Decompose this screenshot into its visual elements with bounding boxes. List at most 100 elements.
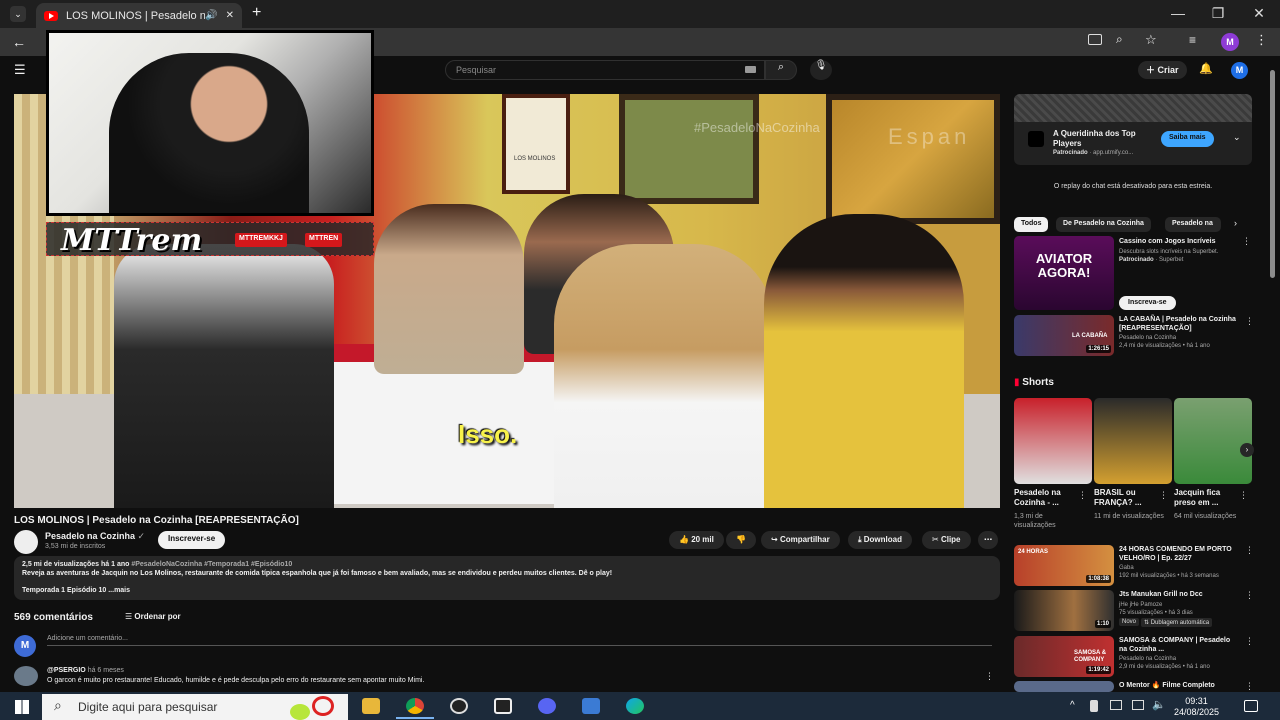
short-thumb-3[interactable] (1174, 398, 1252, 484)
tray-network-icon[interactable] (1132, 700, 1144, 710)
subscribe-button[interactable]: Inscrever-se (158, 531, 226, 549)
like-button[interactable]: 👍 20 mil (669, 531, 724, 549)
short-1-menu-icon[interactable]: ⋮ (1078, 490, 1087, 501)
tab-list-chevron-icon[interactable]: ⌄ (10, 6, 26, 22)
voice-search-button[interactable]: 🎙 (810, 60, 832, 80)
notification-center-icon[interactable] (1244, 700, 1258, 712)
search-button[interactable]: ⌕ (765, 60, 797, 80)
cast-icon[interactable] (1088, 34, 1102, 45)
bookmark-star-icon[interactable]: ☆ (1145, 32, 1157, 48)
more-actions-button[interactable]: ⋯ (978, 531, 998, 549)
new-tab-button[interactable]: + (252, 4, 261, 22)
ad2-title[interactable]: Cassino com Jogos Incríveis (1119, 237, 1237, 246)
video-3-title[interactable]: Jts Manukan Grill no Dcc (1119, 590, 1237, 599)
auto-dub-label: Dublagem automática (1150, 620, 1210, 626)
ad-expand-chevron-icon[interactable]: ⌄ (1233, 132, 1241, 143)
browser-menu-icon[interactable]: ⋮ (1255, 32, 1268, 48)
youtube-account-avatar[interactable]: M (1231, 62, 1248, 79)
video-4-menu-icon[interactable]: ⋮ (1245, 636, 1254, 647)
edge-icon[interactable] (626, 698, 644, 714)
video-1-title[interactable]: LA CABAÑA | Pesadelo na Cozinha [REAPRES… (1119, 315, 1237, 333)
maximize-button[interactable]: ❐ (1203, 5, 1233, 22)
video-thumb-3[interactable]: 1:10 (1014, 590, 1114, 631)
minimize-button[interactable]: — (1163, 5, 1193, 21)
channel-avatar[interactable] (14, 530, 38, 554)
ad2-menu-icon[interactable]: ⋮ (1242, 236, 1251, 247)
obs-icon[interactable] (450, 698, 468, 714)
video-3-channel[interactable]: jHe jHe Pamoze (1119, 601, 1239, 609)
keyboard-icon[interactable] (745, 66, 756, 73)
tab-close-icon[interactable]: ✕ (226, 10, 234, 21)
video-1-channel[interactable]: Pesadelo na Cozinha (1119, 334, 1239, 342)
zoom-icon[interactable]: ⌕ (1116, 32, 1123, 47)
ad2-subscribe-button[interactable]: Inscreva-se (1119, 296, 1176, 310)
short-thumb-1[interactable] (1014, 398, 1092, 484)
video-3-menu-icon[interactable]: ⋮ (1245, 590, 1254, 601)
sort-comments-button[interactable]: ☰ Ordenar por (125, 612, 181, 621)
video-2-title[interactable]: 24 HORAS COMENDO EM PORTO VELHO/RO | Ep.… (1119, 545, 1237, 563)
learn-more-button[interactable]: Saiba mais (1161, 131, 1214, 147)
tray-volume-icon[interactable]: 🔈 (1152, 698, 1166, 711)
video-4-title[interactable]: SAMOSA & COMPANY | Pesadelo na Cozinha .… (1119, 636, 1237, 654)
video-4-channel[interactable]: Pesadelo na Cozinha (1119, 655, 1239, 663)
windows-start-icon[interactable] (15, 700, 29, 714)
short-2-menu-icon[interactable]: ⋮ (1159, 490, 1168, 501)
video-5-menu-icon[interactable]: ⋮ (1245, 681, 1254, 692)
show-more-link[interactable]: ...mais (108, 587, 130, 594)
comment-author[interactable]: @PSERGIO há 6 meses (47, 667, 124, 674)
browser-tab-active[interactable]: LOS MOLINOS | Pesadelo n 🔊 ✕ (36, 3, 242, 28)
video-2-menu-icon[interactable]: ⋮ (1245, 545, 1254, 556)
commenter-avatar[interactable] (14, 666, 38, 686)
chip-channel[interactable]: De Pesadelo na Cozinha (1056, 217, 1151, 232)
sort-label: Ordenar por (134, 612, 181, 621)
hashtags[interactable]: #PesadeloNaCozinha #Temporada1 #Episódio… (131, 561, 292, 568)
tray-chevron-icon[interactable]: ^ (1070, 700, 1075, 711)
capcut-icon[interactable] (494, 698, 512, 714)
video-3-duration: 1:10 (1094, 620, 1111, 628)
add-comment-input[interactable]: Adicione um comentário... (47, 635, 992, 646)
page-scrollbar-thumb[interactable] (1270, 70, 1275, 278)
discord-icon[interactable] (538, 698, 556, 714)
video-2-channel[interactable]: Gaba (1119, 564, 1239, 572)
chip-all[interactable]: Todos (1014, 217, 1049, 232)
video-1-menu-icon[interactable]: ⋮ (1245, 316, 1254, 327)
channel-name[interactable]: Pesadelo na Cozinha ✓ (45, 531, 145, 542)
tray-usb-icon[interactable] (1090, 700, 1098, 712)
short-3-title[interactable]: Jacquin fica preso em ... (1174, 488, 1238, 508)
ad2-thumbnail[interactable]: AVIATOR AGORA! (1014, 236, 1114, 310)
tray-display-icon[interactable] (1110, 700, 1122, 710)
short-3-menu-icon[interactable]: ⋮ (1239, 490, 1248, 501)
dislike-button[interactable]: 👎 (726, 531, 756, 549)
video-5-title[interactable]: O Mentor 🔥 Filme Completo (1119, 681, 1237, 690)
short-2-title[interactable]: BRASIL ou FRANÇA? ... (1094, 488, 1158, 508)
close-window-button[interactable]: ✕ (1244, 5, 1274, 22)
chrome-icon[interactable] (406, 698, 424, 714)
back-arrow-icon[interactable]: ← (12, 34, 26, 50)
shorts-next-chevron-icon[interactable]: › (1240, 443, 1254, 457)
video-thumb-1[interactable]: LA CABAÑA 1:26:15 (1014, 315, 1114, 356)
file-explorer-icon[interactable] (362, 698, 380, 714)
video-thumb-2[interactable]: 24 HORAS 1:08:38 (1014, 545, 1114, 586)
hamburger-menu-icon[interactable]: ☰ (14, 62, 26, 78)
share-button[interactable]: ↪ Compartilhar (761, 531, 840, 549)
media-controls-icon[interactable]: ≡ (1189, 33, 1196, 47)
video-thumb-4[interactable]: SAMOSA & COMPANY 1:19:42 (1014, 636, 1114, 677)
profile-avatar[interactable]: M (1221, 33, 1239, 51)
video-thumb-5[interactable] (1014, 681, 1114, 692)
short-thumb-2[interactable] (1094, 398, 1172, 484)
download-button[interactable]: ⤓ Download (848, 531, 912, 549)
notifications-bell-icon[interactable]: 🔔 (1199, 62, 1213, 75)
taskbar-clock[interactable]: 09:31 24/08/2025 (1174, 696, 1219, 718)
description-box[interactable]: 2,5 mi de visualizações há 1 ano #Pesade… (14, 556, 1000, 600)
short-1-title[interactable]: Pesadelo na Cozinha - ... (1014, 488, 1078, 508)
chips-next-chevron-icon[interactable]: › (1234, 218, 1237, 228)
kbook-icon[interactable] (582, 698, 600, 714)
chip-related[interactable]: Pesadelo na (1165, 217, 1221, 232)
search-input[interactable]: Pesquisar (445, 60, 765, 80)
clip-button[interactable]: ✂ Clipe (922, 531, 971, 549)
sponsored-ad-card[interactable]: A Queridinha dos Top Players Patrocinado… (1014, 94, 1252, 165)
create-button[interactable]: ＋ Criar (1138, 61, 1187, 79)
comment-menu-icon[interactable]: ⋮ (985, 671, 994, 682)
comment-time: há 6 meses (87, 667, 124, 674)
audio-playing-icon[interactable]: 🔊 (205, 10, 217, 21)
